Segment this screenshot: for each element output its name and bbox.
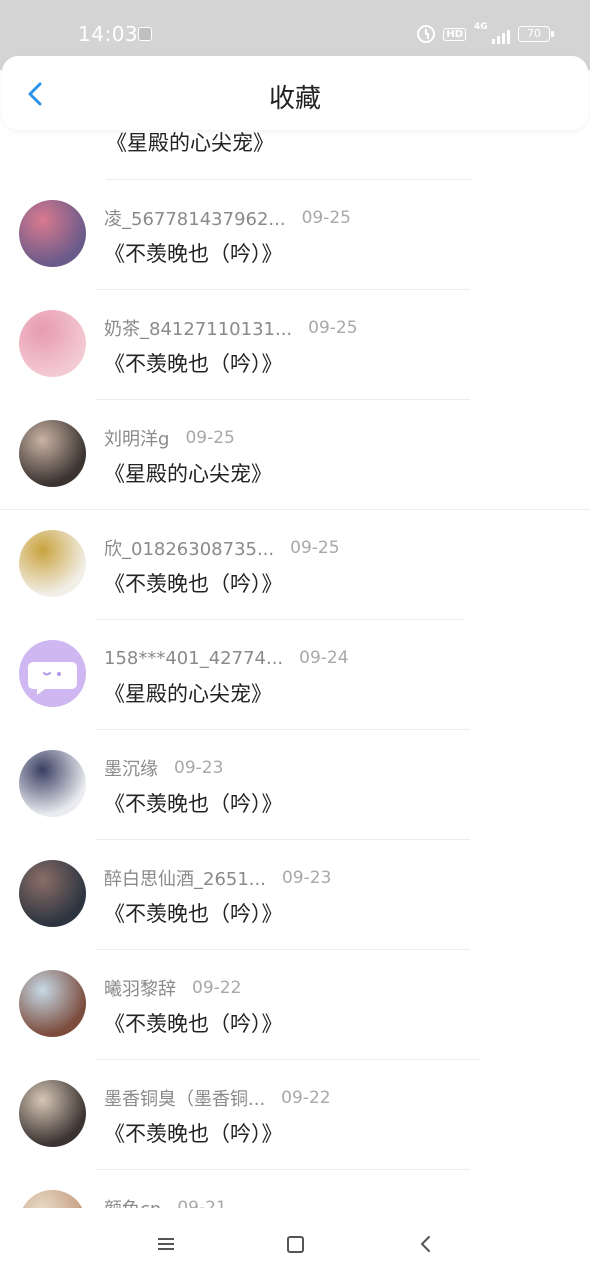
item-date: 09-25 [301, 208, 351, 228]
item-meta: 曦羽黎辞 09-22 [104, 976, 241, 1000]
username[interactable]: 墨香铜臭（墨香铜... [104, 1085, 265, 1111]
system-nav-bar [0, 1208, 590, 1280]
item-date: 09-21 [177, 1198, 227, 1208]
item-title[interactable]: 《不羡晚也（吟）》 [104, 898, 283, 928]
avatar[interactable] [19, 640, 86, 707]
item-date: 09-22 [281, 1088, 331, 1108]
username[interactable]: 曦羽黎辞 [104, 975, 176, 1001]
hd-icon: HD [443, 27, 466, 41]
avatar[interactable] [19, 530, 86, 597]
username[interactable]: 颜色cn [104, 1195, 161, 1208]
item-title[interactable]: 《不羡晚也（吟）》 [104, 348, 283, 378]
list-item[interactable]: 凌_567781437962... 09-25 《不羡晚也（吟）》 [0, 180, 590, 290]
item-title[interactable]: 《不羡晚也（吟）》 [104, 238, 283, 268]
menu-icon[interactable] [150, 1228, 182, 1260]
username[interactable]: 158***401_42774... [104, 648, 283, 669]
nav-back-button[interactable] [410, 1228, 442, 1260]
avatar[interactable] [19, 200, 86, 267]
list-item[interactable]: 奶茶_84127110131... 09-25 《不羡晚也（吟）》 [0, 290, 590, 400]
item-date: 09-25 [185, 428, 235, 448]
list-item[interactable]: 158***401_42774... 09-24 《星殿的心尖宠》 [0, 620, 590, 730]
item-meta: 墨香铜臭（墨香铜... 09-22 [104, 1086, 331, 1110]
item-title[interactable]: 《不羡晚也（吟）》 [104, 1008, 283, 1038]
item-date: 09-23 [281, 868, 332, 888]
list-item[interactable]: 曦羽黎辞 09-22 《不羡晚也（吟）》 [0, 950, 590, 1060]
item-title[interactable]: 《星殿的心尖宠》 [104, 458, 272, 488]
home-button[interactable] [279, 1228, 311, 1260]
list-item[interactable]: 墨沉缘 09-23 《不羡晚也（吟）》 [0, 730, 590, 840]
home-icon [286, 1235, 304, 1253]
item-date: 09-24 [299, 648, 349, 668]
signal-icon: 4G [474, 22, 510, 44]
item-meta: 欣_01826308735... 09-25 [104, 536, 340, 560]
avatar[interactable] [19, 1190, 86, 1208]
status-icons: HD 4G 70 [417, 22, 554, 46]
item-date: 09-25 [290, 538, 340, 558]
list-item[interactable]: 欣_01826308735... 09-25 《不羡晚也（吟）》 [0, 510, 590, 620]
avatar[interactable] [19, 1080, 86, 1147]
chat-bubble-icon [28, 662, 77, 695]
item-title[interactable]: 《不羡晚也（吟）》 [104, 1118, 283, 1148]
username[interactable]: 墨沉缘 [104, 755, 158, 781]
item-date: 09-22 [192, 978, 242, 998]
list-item[interactable]: 颜色cn 09-21 [0, 1170, 590, 1208]
avatar[interactable] [19, 420, 86, 487]
avatar[interactable] [19, 860, 86, 927]
app-notification-icon [138, 27, 152, 41]
username[interactable]: 奶茶_84127110131... [104, 315, 292, 341]
item-meta: 颜色cn 09-21 [104, 1196, 227, 1208]
item-meta: 奶茶_84127110131... 09-25 [104, 316, 358, 340]
item-title[interactable]: 《星殿的心尖宠》 [106, 130, 274, 157]
item-title[interactable]: 《不羡晚也（吟）》 [104, 788, 283, 818]
item-meta: 凌_567781437962... 09-25 [104, 206, 351, 230]
item-meta: 158***401_42774... 09-24 [104, 646, 349, 670]
item-title[interactable]: 《不羡晚也（吟）》 [104, 568, 283, 598]
list-item[interactable]: 刘明洋g 09-25 《星殿的心尖宠》 [0, 400, 590, 510]
item-meta: 醉白思仙酒_2651... 09-23 [104, 866, 331, 890]
status-time: 14:03 [78, 22, 139, 46]
item-meta: 刘明洋g 09-25 [104, 426, 235, 450]
username[interactable]: 醉白思仙酒_2651... [104, 865, 266, 891]
username[interactable]: 凌_567781437962... [104, 205, 286, 231]
avatar[interactable] [19, 970, 86, 1037]
nav-back-icon [421, 1236, 430, 1252]
list-item[interactable]: 墨香铜臭（墨香铜... 09-22 《不羡晚也（吟）》 [0, 1060, 590, 1170]
item-date: 09-23 [174, 758, 224, 778]
item-date: 09-25 [308, 318, 358, 338]
item-meta: 墨沉缘 09-23 [104, 756, 223, 780]
list-item[interactable]: 《星殿的心尖宠》 [0, 130, 590, 180]
alarm-icon [417, 25, 436, 43]
username[interactable]: 欣_01826308735... [104, 535, 274, 561]
username[interactable]: 刘明洋g [104, 425, 169, 451]
list-item[interactable]: 醉白思仙酒_2651... 09-23 《不羡晚也（吟）》 [0, 840, 590, 950]
battery-icon: 70 [518, 26, 554, 42]
network-type: 4G [474, 22, 488, 32]
favorites-list[interactable]: 《星殿的心尖宠》 凌_567781437962... 09-25 《不羡晚也（吟）》… [0, 130, 590, 1208]
avatar[interactable] [19, 750, 86, 817]
page-title: 收藏 [268, 84, 321, 114]
header: 收藏 [2, 56, 588, 130]
avatar[interactable] [19, 310, 86, 377]
item-title[interactable]: 《星殿的心尖宠》 [104, 678, 272, 708]
